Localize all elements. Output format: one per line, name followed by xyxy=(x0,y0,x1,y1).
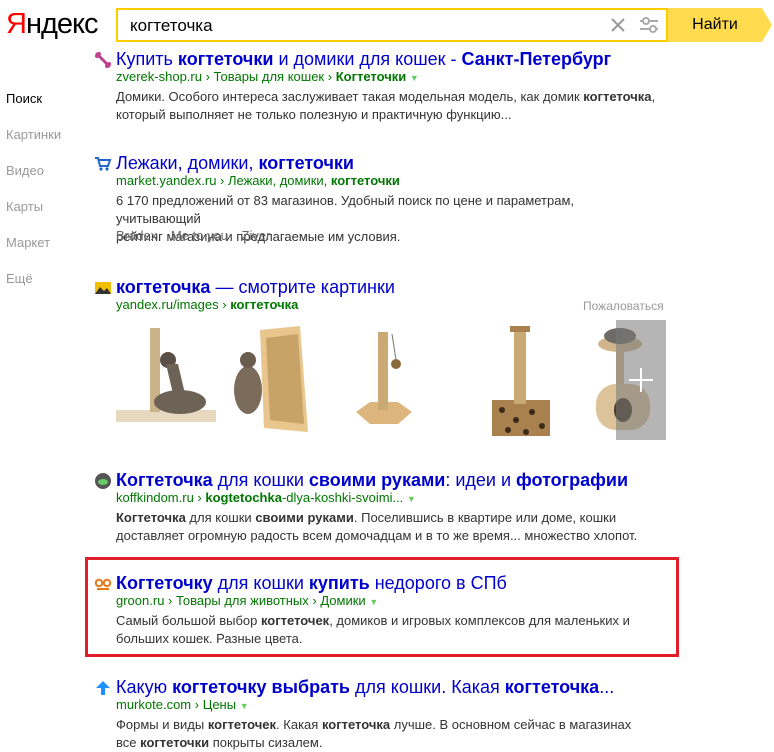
image-thumbnail[interactable] xyxy=(116,320,216,440)
sidebar-item-search[interactable]: Поиск xyxy=(6,90,86,126)
result-url[interactable]: murkote.com › Цены ▼ xyxy=(116,696,249,715)
sidebar-item-maps[interactable]: Карты xyxy=(6,198,86,234)
result-snippet: Домики. Особого интереса заслуживает так… xyxy=(116,89,656,122)
result-url[interactable]: market.yandex.ru › Лежаки, домики, когте… xyxy=(116,172,400,190)
complain-link[interactable]: Пожаловаться xyxy=(583,299,664,313)
result-url[interactable]: yandex.ru/images › когтеточка xyxy=(116,296,298,314)
more-images-plus-icon[interactable] xyxy=(616,320,666,440)
sidebar-item-market[interactable]: Маркет xyxy=(6,234,86,270)
settings-icon[interactable] xyxy=(638,15,660,35)
image-icon xyxy=(95,282,111,294)
image-thumbnail[interactable] xyxy=(348,320,418,440)
result-url[interactable]: groon.ru › Товары для животных › Домики … xyxy=(116,592,378,611)
logo-rest: ндекс xyxy=(25,8,99,40)
image-thumbnail[interactable] xyxy=(486,320,556,440)
site-favicon xyxy=(95,473,111,489)
dropdown-triangle-icon[interactable]: ▼ xyxy=(410,73,419,83)
dropdown-triangle-icon[interactable]: ▼ xyxy=(240,701,249,711)
arrow-up-icon xyxy=(96,681,110,695)
groon-favicon xyxy=(94,578,112,590)
sitelink[interactable]: Ziver xyxy=(242,228,271,243)
result-title-link[interactable]: Когтеточка для кошки своими руками: идеи… xyxy=(116,469,628,491)
result-url[interactable]: zverek-shop.ru › Товары для кошек › Когт… xyxy=(116,68,419,87)
result-title-link[interactable]: Какую когтеточку выбрать для кошки. Кака… xyxy=(116,676,614,698)
search-button[interactable]: Найти xyxy=(668,8,762,42)
result-url[interactable]: koffkindom.ru › kogtetochka-dlya-koshki-… xyxy=(116,489,416,508)
search-button-arrow xyxy=(762,8,772,42)
result-title-link[interactable]: когтеточка — смотрите картинки xyxy=(116,276,395,298)
cart-icon xyxy=(95,157,112,171)
bone-icon xyxy=(95,52,111,68)
result-title-link[interactable]: Когтеточку для кошки купить недорого в С… xyxy=(116,572,507,594)
result-title-link[interactable]: Лежаки, домики, когтеточки xyxy=(116,152,354,174)
dropdown-triangle-icon[interactable]: ▼ xyxy=(407,494,416,504)
sitelinks: Bradex Me to you Ziver xyxy=(116,228,280,243)
search-box xyxy=(116,8,668,42)
result-snippet: Когтеточка для кошки своими руками. Посе… xyxy=(116,510,638,543)
sidebar-item-more[interactable]: Ещё xyxy=(6,270,86,306)
sidebar-item-images[interactable]: Картинки xyxy=(6,126,86,162)
clear-icon[interactable] xyxy=(608,15,628,35)
yandex-logo[interactable]: Яндекс xyxy=(6,8,99,41)
dropdown-triangle-icon[interactable]: ▼ xyxy=(369,597,378,607)
sidebar-item-video[interactable]: Видео xyxy=(6,162,86,198)
image-thumbnail[interactable] xyxy=(220,320,312,440)
sitelink[interactable]: Bradex xyxy=(116,228,157,243)
image-thumbnails xyxy=(116,320,666,440)
result-title-link[interactable]: Купить когтеточки и домики для кошек - С… xyxy=(116,48,611,70)
sitelink[interactable]: Me to you xyxy=(171,228,228,243)
result-snippet: Самый большой выбор когтеточек, домиков … xyxy=(116,613,630,646)
logo-first-letter: Я xyxy=(6,8,27,40)
search-input[interactable] xyxy=(128,10,602,42)
sidebar: Поиск Картинки Видео Карты Маркет Ещё xyxy=(6,90,86,306)
result-snippet: Формы и виды когтеточек. Какая когтеточк… xyxy=(116,717,632,750)
